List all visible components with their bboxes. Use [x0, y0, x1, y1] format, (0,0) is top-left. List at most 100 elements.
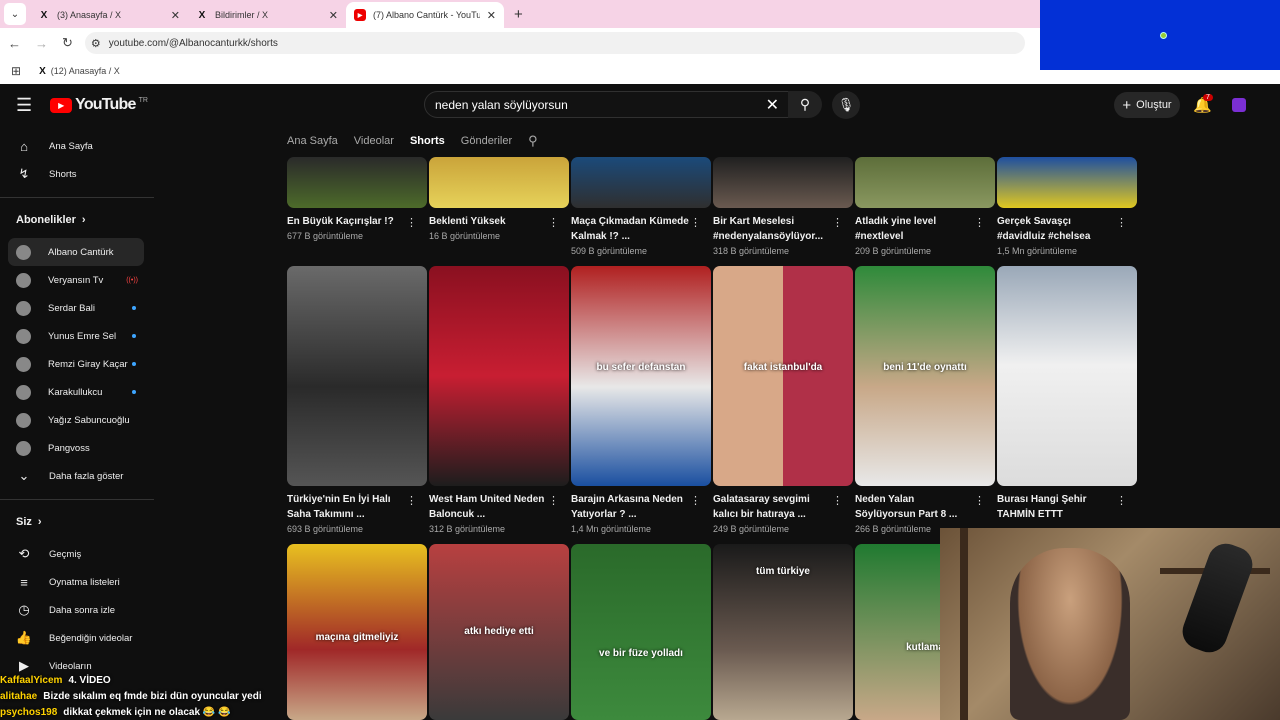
short-title[interactable]: Beklenti Yüksek [429, 214, 547, 229]
short-card[interactable]: fakat istanbul'da Galatasaray sevgimi kal… [713, 266, 853, 534]
tab-videos[interactable]: Videolar [354, 135, 394, 147]
sidebar-item[interactable]: ↯ Shorts [0, 160, 146, 188]
sidebar-item-subscription[interactable]: Pangvoss [0, 434, 146, 462]
short-thumbnail[interactable] [997, 157, 1137, 208]
sidebar-item[interactable]: ◷ Daha sonra izle [0, 596, 146, 624]
sidebar-item[interactable]: ⌂ Ana Sayfa [0, 132, 146, 160]
apps-icon[interactable]: ⊞ [11, 64, 21, 78]
short-thumbnail[interactable] [855, 157, 995, 208]
short-title[interactable]: Burası Hangi Şehir TAHMİN ETTT [997, 492, 1115, 522]
browser-tab[interactable]: X Bildirimler / X ✕ [188, 2, 346, 28]
more-options-icon[interactable]: ⋮ [548, 216, 559, 229]
you-header[interactable]: Siz › [0, 504, 160, 540]
channel-search-icon[interactable]: ⚲ [528, 133, 538, 149]
short-card[interactable]: Gerçek Savaşçı #davidluiz #chelsea 1,5 Mn… [997, 157, 1137, 256]
streamer [1010, 548, 1130, 720]
new-tab-icon[interactable]: + [514, 6, 523, 23]
view-count: 16 B görüntüleme [429, 231, 501, 241]
short-title[interactable]: Atladık yine level #nextlevel [855, 214, 973, 244]
short-card[interactable]: Burası Hangi Şehir TAHMİN ETTT ⋮ [997, 266, 1137, 534]
short-thumbnail[interactable] [429, 266, 569, 486]
short-thumbnail[interactable] [287, 157, 427, 208]
menu-icon[interactable]: ☰ [16, 95, 32, 116]
account-avatar[interactable] [1232, 98, 1246, 112]
site-info-icon[interactable]: ⚙ [91, 37, 101, 50]
sidebar-item-subscription[interactable]: Albano Cantürk [8, 238, 144, 266]
browser-tab-active[interactable]: ▶ (7) Albano Cantürk - YouTube ✕ [346, 2, 504, 28]
address-bar[interactable]: ⚙ youtube.com/@Albanocanturkk/shorts [84, 32, 1025, 54]
tab-search-icon[interactable]: ⌄ [4, 3, 26, 25]
more-options-icon[interactable]: ⋮ [832, 494, 843, 507]
reload-icon[interactable]: ↻ [62, 35, 73, 51]
more-options-icon[interactable]: ⋮ [406, 494, 417, 507]
short-title[interactable]: Barajın Arkasına Neden Yatıyorlar ? ... [571, 492, 689, 522]
short-thumbnail[interactable] [429, 157, 569, 208]
short-title[interactable]: Gerçek Savaşçı #davidluiz #chelsea [997, 214, 1115, 244]
short-card[interactable]: beni 11'de oynattı Neden Yalan Söylüyorsu… [855, 266, 995, 534]
browser-tab[interactable]: X (3) Anasayfa / X ✕ [30, 2, 188, 28]
more-options-icon[interactable]: ⋮ [832, 216, 843, 229]
short-title[interactable]: Maça Çıkmadan Kümede Kalmak !? ... [571, 214, 689, 244]
view-count: 509 B görüntüleme [571, 246, 648, 256]
short-card[interactable]: West Ham United Neden Baloncuk ... 312 B … [429, 266, 569, 534]
short-card[interactable]: En Büyük Kaçırışlar !? 677 B görüntüleme ⋮ [287, 157, 427, 256]
short-thumbnail[interactable]: fakat istanbul'da [713, 266, 853, 486]
short-title[interactable]: West Ham United Neden Baloncuk ... [429, 492, 547, 522]
more-options-icon[interactable]: ⋮ [974, 494, 985, 507]
close-icon[interactable]: ✕ [171, 9, 180, 22]
short-thumbnail[interactable] [997, 266, 1137, 486]
short-title[interactable]: Türkiye'nin En İyi Halı Saha Takımını ..… [287, 492, 405, 522]
short-title[interactable]: Galatasaray sevgimi kalıcı bir hatıraya … [713, 492, 831, 522]
more-options-icon[interactable]: ⋮ [1116, 216, 1127, 229]
short-card[interactable]: Beklenti Yüksek 16 B görüntüleme ⋮ [429, 157, 569, 256]
close-icon[interactable]: ✕ [329, 9, 338, 22]
youtube-logo[interactable]: ▶ YouTube TR [50, 96, 148, 114]
short-thumbnail[interactable] [287, 266, 427, 486]
bookmark-item[interactable]: X (12) Anasayfa / X [39, 66, 120, 77]
forward-icon[interactable]: → [35, 36, 48, 51]
more-options-icon[interactable]: ⋮ [690, 216, 701, 229]
short-thumbnail[interactable]: tüm türkiye [713, 544, 853, 720]
back-icon[interactable]: ← [8, 36, 21, 51]
more-options-icon[interactable]: ⋮ [690, 494, 701, 507]
short-title[interactable]: Neden Yalan Söylüyorsun Part 8 ... [855, 492, 973, 522]
sidebar-item[interactable]: ≡ Oynatma listeleri [0, 568, 146, 596]
search-input[interactable]: neden yalan söylüyorsun ✕ [424, 91, 790, 118]
short-title[interactable]: Bir Kart Meselesi #nedenyalansöylüyor... [713, 214, 831, 244]
voice-search-button[interactable]: 🎙 [832, 91, 860, 119]
short-card[interactable]: Türkiye'nin En İyi Halı Saha Takımını ..… [287, 266, 427, 534]
browser-tab-strip: ⌄ X (3) Anasayfa / X ✕ X Bildirimler / X ✕ ▶… [0, 0, 1040, 28]
sidebar-item-label: Serdar Bali [48, 302, 95, 314]
short-card[interactable]: Bir Kart Meselesi #nedenyalansöylüyor...… [713, 157, 853, 256]
sidebar-item-subscription[interactable]: Yağız Sabuncuoğlu [0, 406, 146, 434]
more-options-icon[interactable]: ⋮ [1116, 494, 1127, 507]
sidebar-item-subscription[interactable]: Serdar Bali [0, 294, 146, 322]
short-card[interactable]: Maça Çıkmadan Kümede Kalmak !? ... 509 B … [571, 157, 711, 256]
sidebar-item-subscription[interactable]: Veryansın Tv ((•)) [0, 266, 146, 294]
short-thumbnail[interactable]: beni 11'de oynattı [855, 266, 995, 486]
sidebar-item-subscription[interactable]: Karakullukcu [0, 378, 146, 406]
short-thumbnail[interactable] [571, 157, 711, 208]
short-card[interactable]: Atladık yine level #nextlevel 209 B görün… [855, 157, 995, 256]
clear-icon[interactable]: ✕ [766, 95, 779, 115]
more-options-icon[interactable]: ⋮ [548, 494, 559, 507]
short-thumbnail[interactable] [713, 157, 853, 208]
tab-shorts[interactable]: Shorts [410, 135, 445, 147]
close-icon[interactable]: ✕ [487, 9, 496, 22]
short-card[interactable]: tüm türkiye [713, 544, 853, 720]
subscriptions-header[interactable]: Abonelikler › [0, 202, 160, 238]
short-title[interactable]: En Büyük Kaçırışlar !? [287, 214, 405, 229]
sidebar-item-subscription[interactable]: Remzi Giray Kaçar [0, 350, 146, 378]
sidebar-item[interactable]: ⟲ Geçmiş [0, 540, 146, 568]
tab-posts[interactable]: Gönderiler [461, 135, 512, 147]
create-button[interactable]: + Oluştur [1114, 92, 1180, 118]
short-thumbnail[interactable]: bu sefer defanstan [571, 266, 711, 486]
tab-home[interactable]: Ana Sayfa [287, 135, 338, 147]
more-options-icon[interactable]: ⋮ [406, 216, 417, 229]
sidebar-item[interactable]: 👍 Beğendiğin videolar [0, 624, 146, 652]
sidebar-item-subscription[interactable]: Yunus Emre Sel [0, 322, 146, 350]
show-more-button[interactable]: ⌄ Daha fazla göster [0, 462, 146, 490]
more-options-icon[interactable]: ⋮ [974, 216, 985, 229]
short-card[interactable]: bu sefer defanstan Barajın Arkasına Neden… [571, 266, 711, 534]
search-button[interactable]: ⚲ [788, 91, 822, 118]
